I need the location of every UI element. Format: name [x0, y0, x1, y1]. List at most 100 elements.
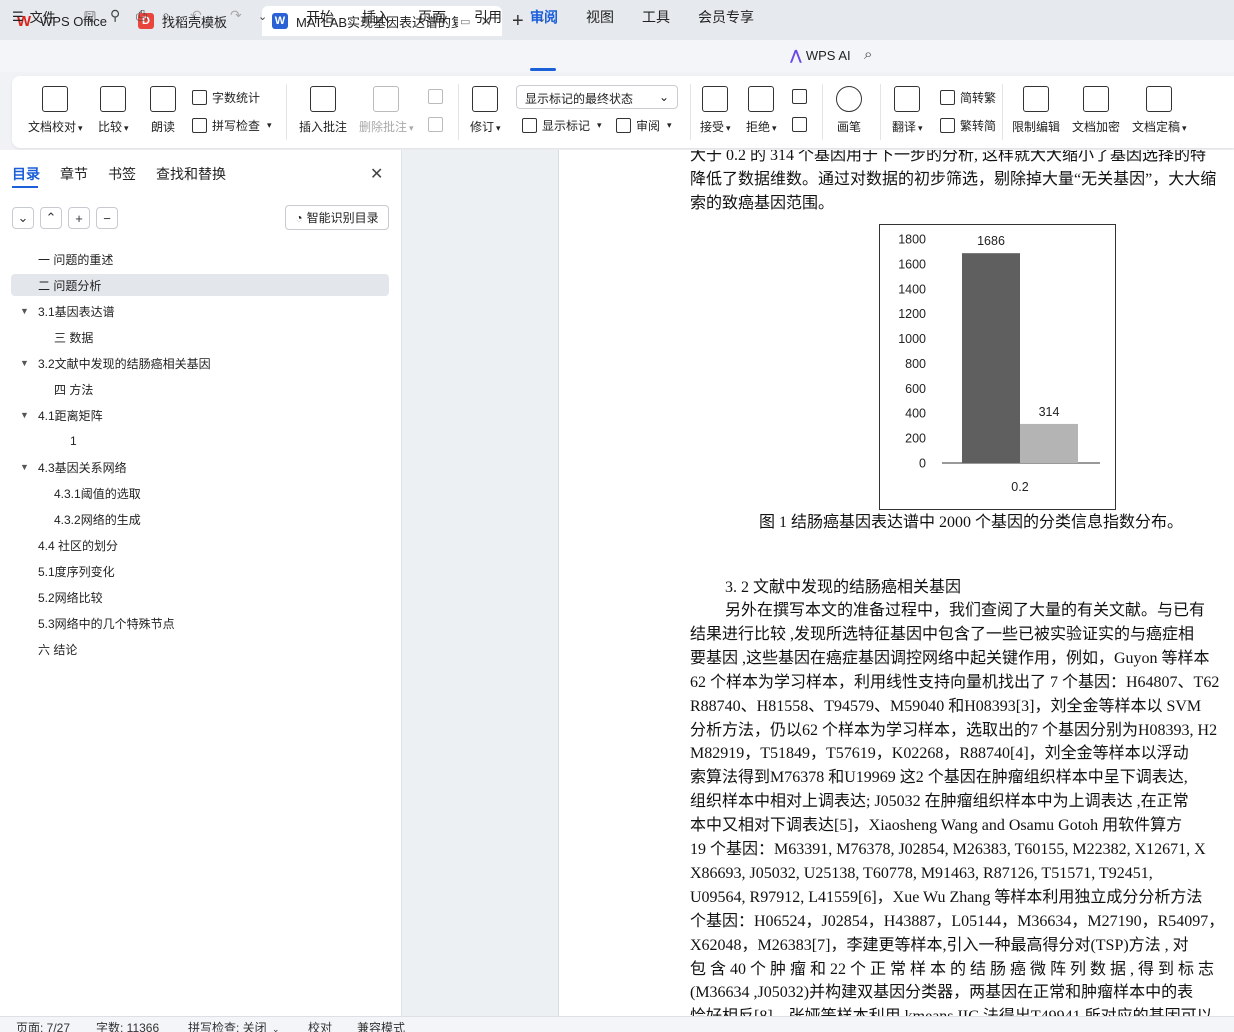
- ribbon-divider: [880, 84, 881, 140]
- finalize-button[interactable]: 文档定稿 ▾: [1132, 86, 1187, 135]
- menu-reference[interactable]: 引用: [474, 7, 502, 27]
- doc-check-button[interactable]: 文档校对 ▾: [28, 86, 83, 135]
- toc-item-label: 5.1度序列变化: [38, 564, 115, 579]
- file-menu[interactable]: ☰ 文件: [12, 7, 56, 26]
- reject-button[interactable]: 拒绝 ▾: [746, 86, 777, 135]
- toc-item[interactable]: 1: [70, 430, 77, 452]
- menu-insert[interactable]: 插入: [362, 7, 390, 27]
- smart-toc-button[interactable]: ◔ 智能识别目录: [285, 205, 389, 230]
- wps-ai-button[interactable]: ⋀ WPS AI: [790, 47, 851, 64]
- toc-item[interactable]: 四 方法: [54, 378, 93, 400]
- to-traditional-button[interactable]: 简转繁: [940, 89, 996, 106]
- active-menu-indicator: [530, 68, 556, 71]
- review-pane-button[interactable]: 审阅 ▾: [616, 117, 672, 134]
- new-tab-button[interactable]: +: [512, 10, 524, 33]
- remove-heading-button[interactable]: −: [96, 207, 118, 229]
- toc-item[interactable]: 三 数据: [54, 326, 93, 348]
- toc-item-label: 4.4 社区的划分: [38, 538, 119, 553]
- track-changes-button[interactable]: 修订 ▾: [470, 86, 501, 135]
- nav-tab-find-replace[interactable]: 查找和替换: [156, 164, 226, 184]
- restrict-edit-button[interactable]: 限制编辑: [1012, 86, 1060, 135]
- prev-comment-icon: [428, 89, 443, 104]
- translate-button[interactable]: 翻译 ▾: [892, 86, 923, 135]
- nav-tab-bookmarks[interactable]: 书签: [108, 164, 136, 184]
- menu-tools[interactable]: 工具: [642, 7, 670, 27]
- delete-comment-button[interactable]: 删除批注 ▾: [359, 86, 414, 135]
- page-indicator[interactable]: 页面: 7/27: [16, 1019, 70, 1032]
- next-comment-icon: [428, 117, 443, 132]
- y-tick-label: 1000: [898, 332, 926, 346]
- toc-item[interactable]: 4.4 社区的划分: [38, 534, 118, 556]
- spell-check-icon: [192, 118, 207, 133]
- insert-comment-button[interactable]: 插入批注: [299, 86, 347, 135]
- compat-mode-status: 兼容模式: [357, 1021, 406, 1032]
- menu-page[interactable]: 页面: [418, 7, 446, 27]
- spell-check-status[interactable]: 拼写检查: 关闭 ⌄: [188, 1019, 280, 1032]
- add-heading-button[interactable]: +: [68, 207, 90, 229]
- toc-item[interactable]: 5.1度序列变化: [38, 560, 115, 582]
- menu-review[interactable]: 审阅: [530, 7, 558, 27]
- expand-triangle-icon[interactable]: ▼: [20, 306, 34, 316]
- expand-triangle-icon[interactable]: ▼: [20, 358, 34, 368]
- pen-button[interactable]: 画笔: [836, 86, 862, 135]
- monitor-icon[interactable]: ▭: [460, 15, 470, 28]
- section-heading: 3. 2 文献中发现的结肠癌相关基因: [725, 579, 962, 596]
- text-line: 62 个样本为学习样本，利用线性支持向量机找出了 7 个基因：H64807、T6…: [690, 673, 1220, 691]
- to-simplified-button[interactable]: 繁转简: [940, 117, 996, 134]
- toc-item[interactable]: 二 问题分析: [38, 274, 101, 296]
- encrypt-button[interactable]: 文档加密: [1072, 86, 1120, 135]
- to-traditional-icon: [940, 90, 955, 105]
- chevron-down-icon[interactable]: ⌄: [258, 10, 267, 23]
- toc-item[interactable]: 4.3.2网络的生成: [54, 508, 141, 530]
- print-preview-icon[interactable]: ⌕: [162, 7, 170, 24]
- text-line: X86693, J05032, U25138, T60778, M91463, …: [690, 864, 1153, 882]
- toc-item-label: 3.1基因表达谱: [38, 304, 115, 319]
- chevron-down-icon: ⌄: [17, 210, 29, 225]
- share-icon[interactable]: ⚲: [110, 7, 120, 24]
- print-icon[interactable]: ⎙: [136, 7, 147, 24]
- proofread-status[interactable]: 校对: [308, 1019, 332, 1032]
- menu-start[interactable]: 开始: [306, 7, 334, 27]
- markup-state-select[interactable]: 显示标记的最终状态 ⌄: [516, 85, 678, 109]
- toc-item[interactable]: ▼ 3.2文献中发现的结肠癌相关基因: [20, 352, 211, 374]
- spell-check-button[interactable]: 拼写检查 ▾: [192, 117, 272, 134]
- toc-item[interactable]: 5.2网络比较: [38, 586, 103, 608]
- finalize-icon: [1146, 86, 1173, 112]
- word-count-status[interactable]: 字数: 11366: [96, 1019, 159, 1032]
- y-tick-label: 0: [919, 457, 926, 471]
- read-aloud-button[interactable]: 朗读: [150, 86, 176, 135]
- close-icon[interactable]: ✕: [370, 164, 383, 184]
- toc-item[interactable]: 六 结论: [38, 638, 77, 660]
- save-icon[interactable]: 🖫: [84, 7, 96, 31]
- expand-down-button[interactable]: ⌄: [12, 207, 34, 229]
- translate-icon: [894, 86, 921, 112]
- toc-item[interactable]: 一 问题的重述: [38, 248, 113, 270]
- redo-icon[interactable]: ↷: [230, 7, 242, 24]
- text-line: 个基因：H06524，J02854，H43887，L05144，M36634，M…: [690, 912, 1225, 930]
- nav-tab-toc[interactable]: 目录: [12, 164, 40, 184]
- menu-bar: [0, 40, 1234, 72]
- compare-button[interactable]: 比较 ▾: [98, 86, 129, 135]
- show-markup-button[interactable]: 显示标记 ▾: [522, 117, 602, 134]
- next-comment-button[interactable]: [428, 117, 443, 132]
- expand-triangle-icon[interactable]: ▼: [20, 410, 34, 420]
- prev-change-button[interactable]: [792, 89, 807, 104]
- menu-view[interactable]: 视图: [586, 7, 614, 27]
- next-change-button[interactable]: [792, 117, 807, 132]
- accept-button[interactable]: 接受 ▾: [700, 86, 731, 135]
- prev-comment-button[interactable]: [428, 89, 443, 104]
- undo-icon[interactable]: ↶: [190, 7, 202, 24]
- toc-item[interactable]: ▼ 3.1基因表达谱: [20, 300, 115, 322]
- toc-item[interactable]: ▼ 4.3基因关系网络: [20, 456, 127, 478]
- nav-tab-sections[interactable]: 章节: [60, 164, 88, 184]
- toc-item[interactable]: 5.3网络中的几个特殊节点: [38, 612, 175, 634]
- word-count-button[interactable]: 字数统计: [192, 89, 260, 106]
- search-icon[interactable]: ⌕: [864, 46, 872, 63]
- text-line: 要基因 ,这些基因在癌症基因调控网络中起关键作用，例如，Guyon 等样本: [690, 649, 1210, 667]
- collapse-up-button[interactable]: ⌃: [40, 207, 62, 229]
- toc-item[interactable]: ▼ 4.1距离矩阵: [20, 404, 103, 426]
- expand-triangle-icon[interactable]: ▼: [20, 462, 34, 472]
- menu-member[interactable]: 会员专享: [698, 7, 754, 27]
- toc-item[interactable]: 4.3.1阈值的选取: [54, 482, 141, 504]
- text-line: 分析方法，仍以62 个样本为学习样本，选取出的7 个基因分别为H08393, H…: [690, 721, 1218, 739]
